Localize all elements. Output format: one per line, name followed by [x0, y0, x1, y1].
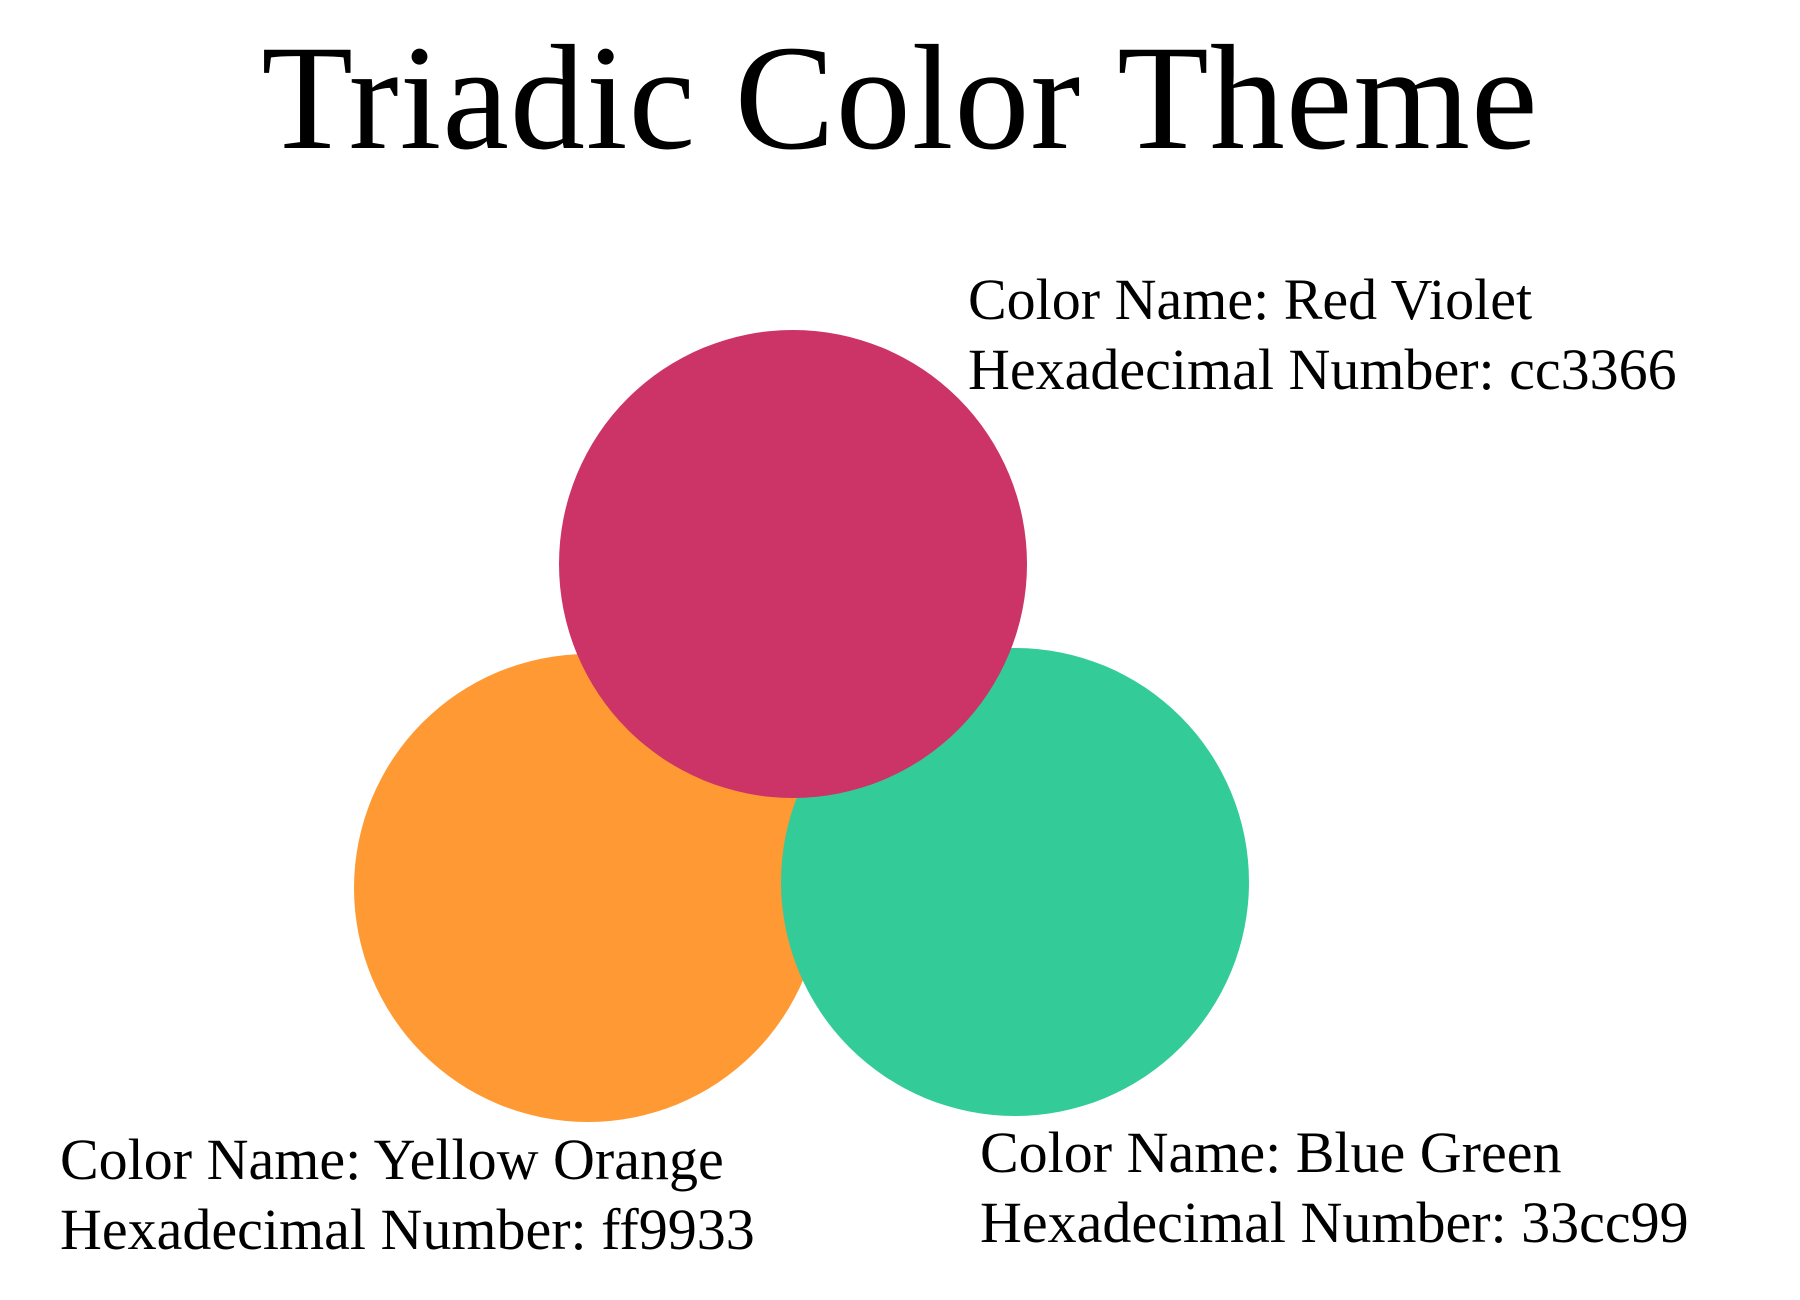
yellow-orange-label: Color Name: Yellow Orange Hexadecimal Nu… — [60, 1125, 755, 1265]
blue-green-label: Color Name: Blue Green Hexadecimal Numbe… — [980, 1118, 1689, 1258]
red-violet-swatch — [559, 330, 1027, 798]
page-title: Triadic Color Theme — [261, 15, 1539, 181]
red-violet-label: Color Name: Red Violet Hexadecimal Numbe… — [968, 265, 1677, 405]
yellow-orange-hex: Hexadecimal Number: ff9933 — [60, 1197, 755, 1262]
yellow-orange-name: Color Name: Yellow Orange — [60, 1127, 724, 1192]
red-violet-name: Color Name: Red Violet — [968, 267, 1533, 332]
red-violet-hex: Hexadecimal Number: cc3366 — [968, 337, 1677, 402]
blue-green-name: Color Name: Blue Green — [980, 1120, 1562, 1185]
blue-green-hex: Hexadecimal Number: 33cc99 — [980, 1190, 1689, 1255]
